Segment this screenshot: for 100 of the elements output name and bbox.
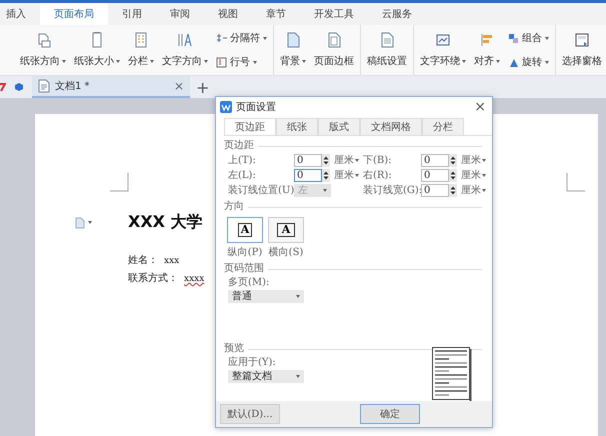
dialog-title: 页面设置 — [236, 100, 277, 114]
ribbon-button[interactable]: 稿纸设置 — [363, 25, 411, 75]
document-text: 联系方式： xxxx — [128, 272, 204, 285]
unit-dropdown[interactable]: 厘米 — [461, 184, 490, 197]
section-heading: 方向 — [224, 201, 244, 213]
caret-icon — [462, 60, 466, 62]
background-icon — [285, 32, 301, 48]
orientation-button[interactable]: A — [268, 217, 304, 243]
ribbon-button[interactable]: 旋转 — [508, 55, 549, 69]
corner-mark — [110, 173, 129, 192]
menu-tab[interactable]: 章节 — [252, 3, 300, 25]
ribbon-button[interactable]: 文字环绕 — [416, 25, 470, 75]
menu-tab[interactable]: 引用 — [108, 3, 156, 25]
menu-tab[interactable]: 开发工具 — [300, 3, 368, 25]
ribbon-button[interactable]: 文字方向 — [158, 25, 212, 75]
unit-dropdown[interactable]: 厘米 — [334, 169, 363, 182]
selection-pane-icon — [574, 32, 590, 48]
caret-icon — [496, 60, 500, 62]
dialog-tab[interactable]: 分栏 — [422, 118, 464, 135]
document-heading: XXX 大学 — [128, 212, 203, 233]
align-icon — [479, 32, 495, 48]
field-label: 装订线宽(G): — [363, 184, 421, 196]
ribbon-button[interactable]: 纸张大小 — [70, 25, 124, 75]
line-number-icon — [216, 56, 227, 68]
dropdown[interactable]: 普通 — [228, 290, 304, 303]
option-label: 纵向(P) — [228, 247, 262, 259]
field-label: 上(T): — [228, 154, 257, 166]
unit-dropdown[interactable]: 厘米 — [334, 154, 363, 167]
section-heading: 页码范围 — [224, 263, 264, 275]
columns-icon — [133, 32, 149, 48]
dialog-tab[interactable]: 版式 — [318, 118, 360, 135]
ribbon-button[interactable]: 分栏 — [124, 25, 158, 75]
spinner-icon[interactable] — [449, 154, 457, 167]
page-border-icon — [326, 32, 342, 48]
unit-dropdown[interactable]: 厘米 — [461, 154, 490, 167]
ribbon-button[interactable]: 对齐 — [470, 25, 504, 75]
menu-tab[interactable]: 页面布局 — [40, 3, 108, 25]
dialog-tab[interactable]: 纸张 — [276, 118, 318, 135]
text-direction-icon — [177, 32, 193, 48]
cube-icon[interactable] — [14, 82, 24, 92]
dropdown[interactable]: 整篇文档 — [228, 370, 304, 383]
input-field[interactable]: 0 — [294, 169, 322, 182]
ribbon-button[interactable]: 选择窗格 — [558, 25, 606, 75]
menu-tab[interactable]: 审阅 — [156, 3, 204, 25]
rotate-icon — [508, 56, 519, 68]
section-heading: 预览 — [224, 343, 244, 355]
spinner-icon[interactable] — [322, 154, 330, 167]
break-icon — [216, 32, 227, 44]
app-icon — [220, 100, 232, 112]
ribbon-button[interactable]: 组合 — [508, 31, 549, 45]
caret-icon — [545, 36, 549, 40]
caret-icon — [116, 60, 120, 62]
menu-tab[interactable]: 云服务 — [368, 3, 426, 25]
corner-mark — [566, 173, 585, 192]
option-label: 横向(S) — [268, 247, 304, 259]
ribbon-button[interactable]: 行号 — [216, 55, 267, 69]
field-label: 左(L): — [228, 170, 257, 182]
field-label: 右(R): — [363, 170, 393, 182]
unit-dropdown[interactable]: 厘米 — [461, 169, 490, 182]
dialog-button[interactable]: 默认(D)... — [220, 404, 280, 424]
input-field[interactable]: 0 — [294, 154, 322, 167]
dialog-tab[interactable]: 文档网格 — [360, 118, 422, 135]
close-button[interactable]: × — [474, 98, 486, 114]
caret-icon — [150, 60, 154, 62]
field-label: 装订线位置(U) — [228, 184, 294, 196]
ribbon-button[interactable]: 背景 — [276, 25, 310, 75]
group-icon — [508, 32, 519, 44]
input-field[interactable]: 0 — [421, 184, 449, 197]
dialog-button[interactable]: 确定 — [360, 404, 420, 424]
grid-paper-icon — [379, 32, 395, 48]
menu-tab[interactable]: 插入 — [0, 3, 40, 25]
input-field[interactable]: 0 — [421, 169, 449, 182]
dialog-tab[interactable]: 页边距 — [224, 118, 276, 135]
caret-icon — [62, 60, 66, 62]
caret-icon — [263, 36, 267, 40]
caret-icon — [302, 60, 306, 62]
field-label: 下(B): — [363, 154, 393, 166]
tab-label: 文档1 * — [55, 80, 91, 93]
caret-icon[interactable] — [88, 221, 92, 224]
text-wrap-icon — [435, 32, 451, 48]
caret-icon — [204, 60, 208, 62]
ribbon-button[interactable]: 纸张方向 — [16, 25, 70, 75]
new-tab-button[interactable]: + — [190, 76, 216, 98]
orientation-button[interactable]: A — [227, 217, 263, 243]
spinner-icon[interactable] — [322, 169, 330, 182]
spinner-icon[interactable] — [449, 169, 457, 182]
spinner-icon[interactable] — [449, 184, 457, 197]
field-label: 多页(M): — [228, 277, 270, 289]
document-tab[interactable]: 文档1 * × — [32, 76, 190, 98]
input-field[interactable]: 0 — [421, 154, 449, 167]
document-text: 姓名： xxx — [128, 254, 180, 267]
app-icon[interactable] — [0, 82, 6, 92]
page-preview-drawing — [432, 347, 472, 401]
caret-icon — [253, 60, 257, 64]
close-button[interactable]: × — [174, 79, 184, 93]
menu-tab[interactable]: 视图 — [204, 3, 252, 25]
ribbon-button[interactable]: 分隔符 — [216, 31, 267, 45]
ribbon-button[interactable]: 页面边框 — [310, 25, 358, 75]
field-label: 应用于(Y): — [228, 357, 276, 369]
section-heading: 页边距 — [224, 140, 254, 152]
